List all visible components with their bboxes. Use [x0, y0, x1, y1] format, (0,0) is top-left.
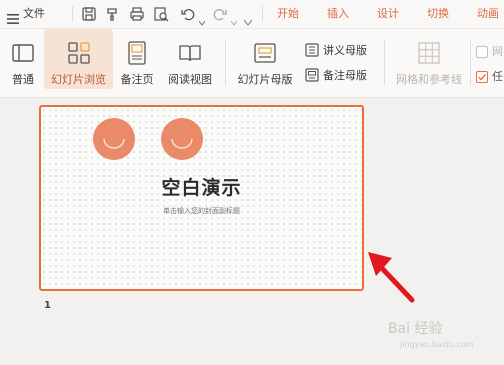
smiley-face-icon [160, 117, 204, 161]
save-icon[interactable] [81, 6, 97, 22]
gridlines-checkbox[interactable]: 网 [476, 43, 503, 61]
smiley-face-icon [92, 117, 136, 161]
slide-sorter-button[interactable]: 幻灯片浏览 [44, 29, 113, 89]
tab-insert[interactable]: 插入 [327, 0, 349, 28]
title-bar: 文件 开始 插入 设计 切换 动画 [0, 0, 504, 29]
handout-master-icon [305, 43, 319, 57]
format-painter-icon[interactable] [105, 6, 121, 22]
print-icon[interactable] [129, 6, 145, 22]
normal-view-label: 普通 [12, 73, 34, 86]
checkbox-checked-icon [476, 71, 488, 83]
normal-view-button[interactable]: 普通 [4, 29, 42, 89]
notes-master-button[interactable]: 备注母版 [305, 67, 367, 85]
divider [72, 6, 73, 22]
notes-page-icon [125, 41, 149, 65]
divider [384, 39, 385, 85]
undo-dropdown-icon[interactable] [198, 11, 206, 26]
grid-icon [417, 41, 441, 65]
baidu-watermark-url: jingyan.baidu.com [400, 340, 474, 349]
reading-view-label: 阅读视图 [168, 73, 212, 86]
slide-master-label: 幻灯片母版 [237, 73, 293, 86]
redo-icon[interactable] [212, 6, 228, 22]
slide-master-button[interactable]: 幻灯片母版 [233, 29, 297, 89]
divider [470, 39, 471, 85]
grid-guides-button[interactable]: 网格和参考线 [390, 29, 468, 89]
notes-master-icon [305, 68, 319, 82]
baidu-watermark: Bai 经验 [388, 321, 443, 337]
slide-sorter-label: 幻灯片浏览 [51, 73, 106, 86]
slide-title: 空白演示 [161, 177, 242, 199]
tab-transitions[interactable]: 切换 [427, 0, 449, 28]
notes-page-label: 备注页 [120, 73, 154, 86]
grid-guides-label: 网格和参考线 [396, 73, 462, 86]
slide-subtitle: 单击输入您的封面副标题 [163, 207, 240, 215]
tab-home[interactable]: 开始 [277, 0, 299, 28]
tab-design[interactable]: 设计 [377, 0, 399, 28]
divider [262, 6, 263, 22]
checkbox-unchecked-icon [476, 46, 488, 58]
reading-view-icon [178, 41, 202, 65]
normal-view-icon [11, 41, 35, 65]
file-menu[interactable]: 文件 [23, 0, 45, 28]
task-pane-checkbox-label: 任 [492, 70, 503, 83]
notes-master-label: 备注母版 [323, 69, 367, 82]
hamburger-menu-icon[interactable] [7, 9, 19, 24]
print-preview-icon[interactable] [153, 6, 169, 22]
notes-page-button[interactable]: 备注页 [116, 29, 158, 89]
tab-animations[interactable]: 动画 [477, 0, 499, 28]
handout-master-label: 讲义母版 [323, 44, 367, 57]
undo-icon[interactable] [180, 6, 196, 22]
divider [225, 39, 226, 85]
reading-view-button[interactable]: 阅读视图 [164, 29, 216, 89]
slide-master-icon [253, 41, 277, 65]
handout-master-button[interactable]: 讲义母版 [305, 42, 367, 60]
view-ribbon: 普通 幻灯片浏览 备注页 阅读视图 幻灯片母版 讲义母版 备注母版 网格和参考线… [0, 29, 504, 98]
slide-number: 1 [44, 300, 51, 311]
slide-sorter-icon [67, 41, 91, 65]
redo-dropdown-icon[interactable] [230, 11, 238, 26]
slide-thumbnail[interactable]: 空白演示 单击输入您的封面副标题 [39, 105, 364, 291]
red-arrow-annotation [368, 252, 415, 303]
customize-toolbar-icon[interactable] [243, 11, 253, 26]
gridlines-checkbox-label: 网 [492, 45, 503, 58]
task-pane-checkbox[interactable]: 任 [476, 68, 503, 86]
